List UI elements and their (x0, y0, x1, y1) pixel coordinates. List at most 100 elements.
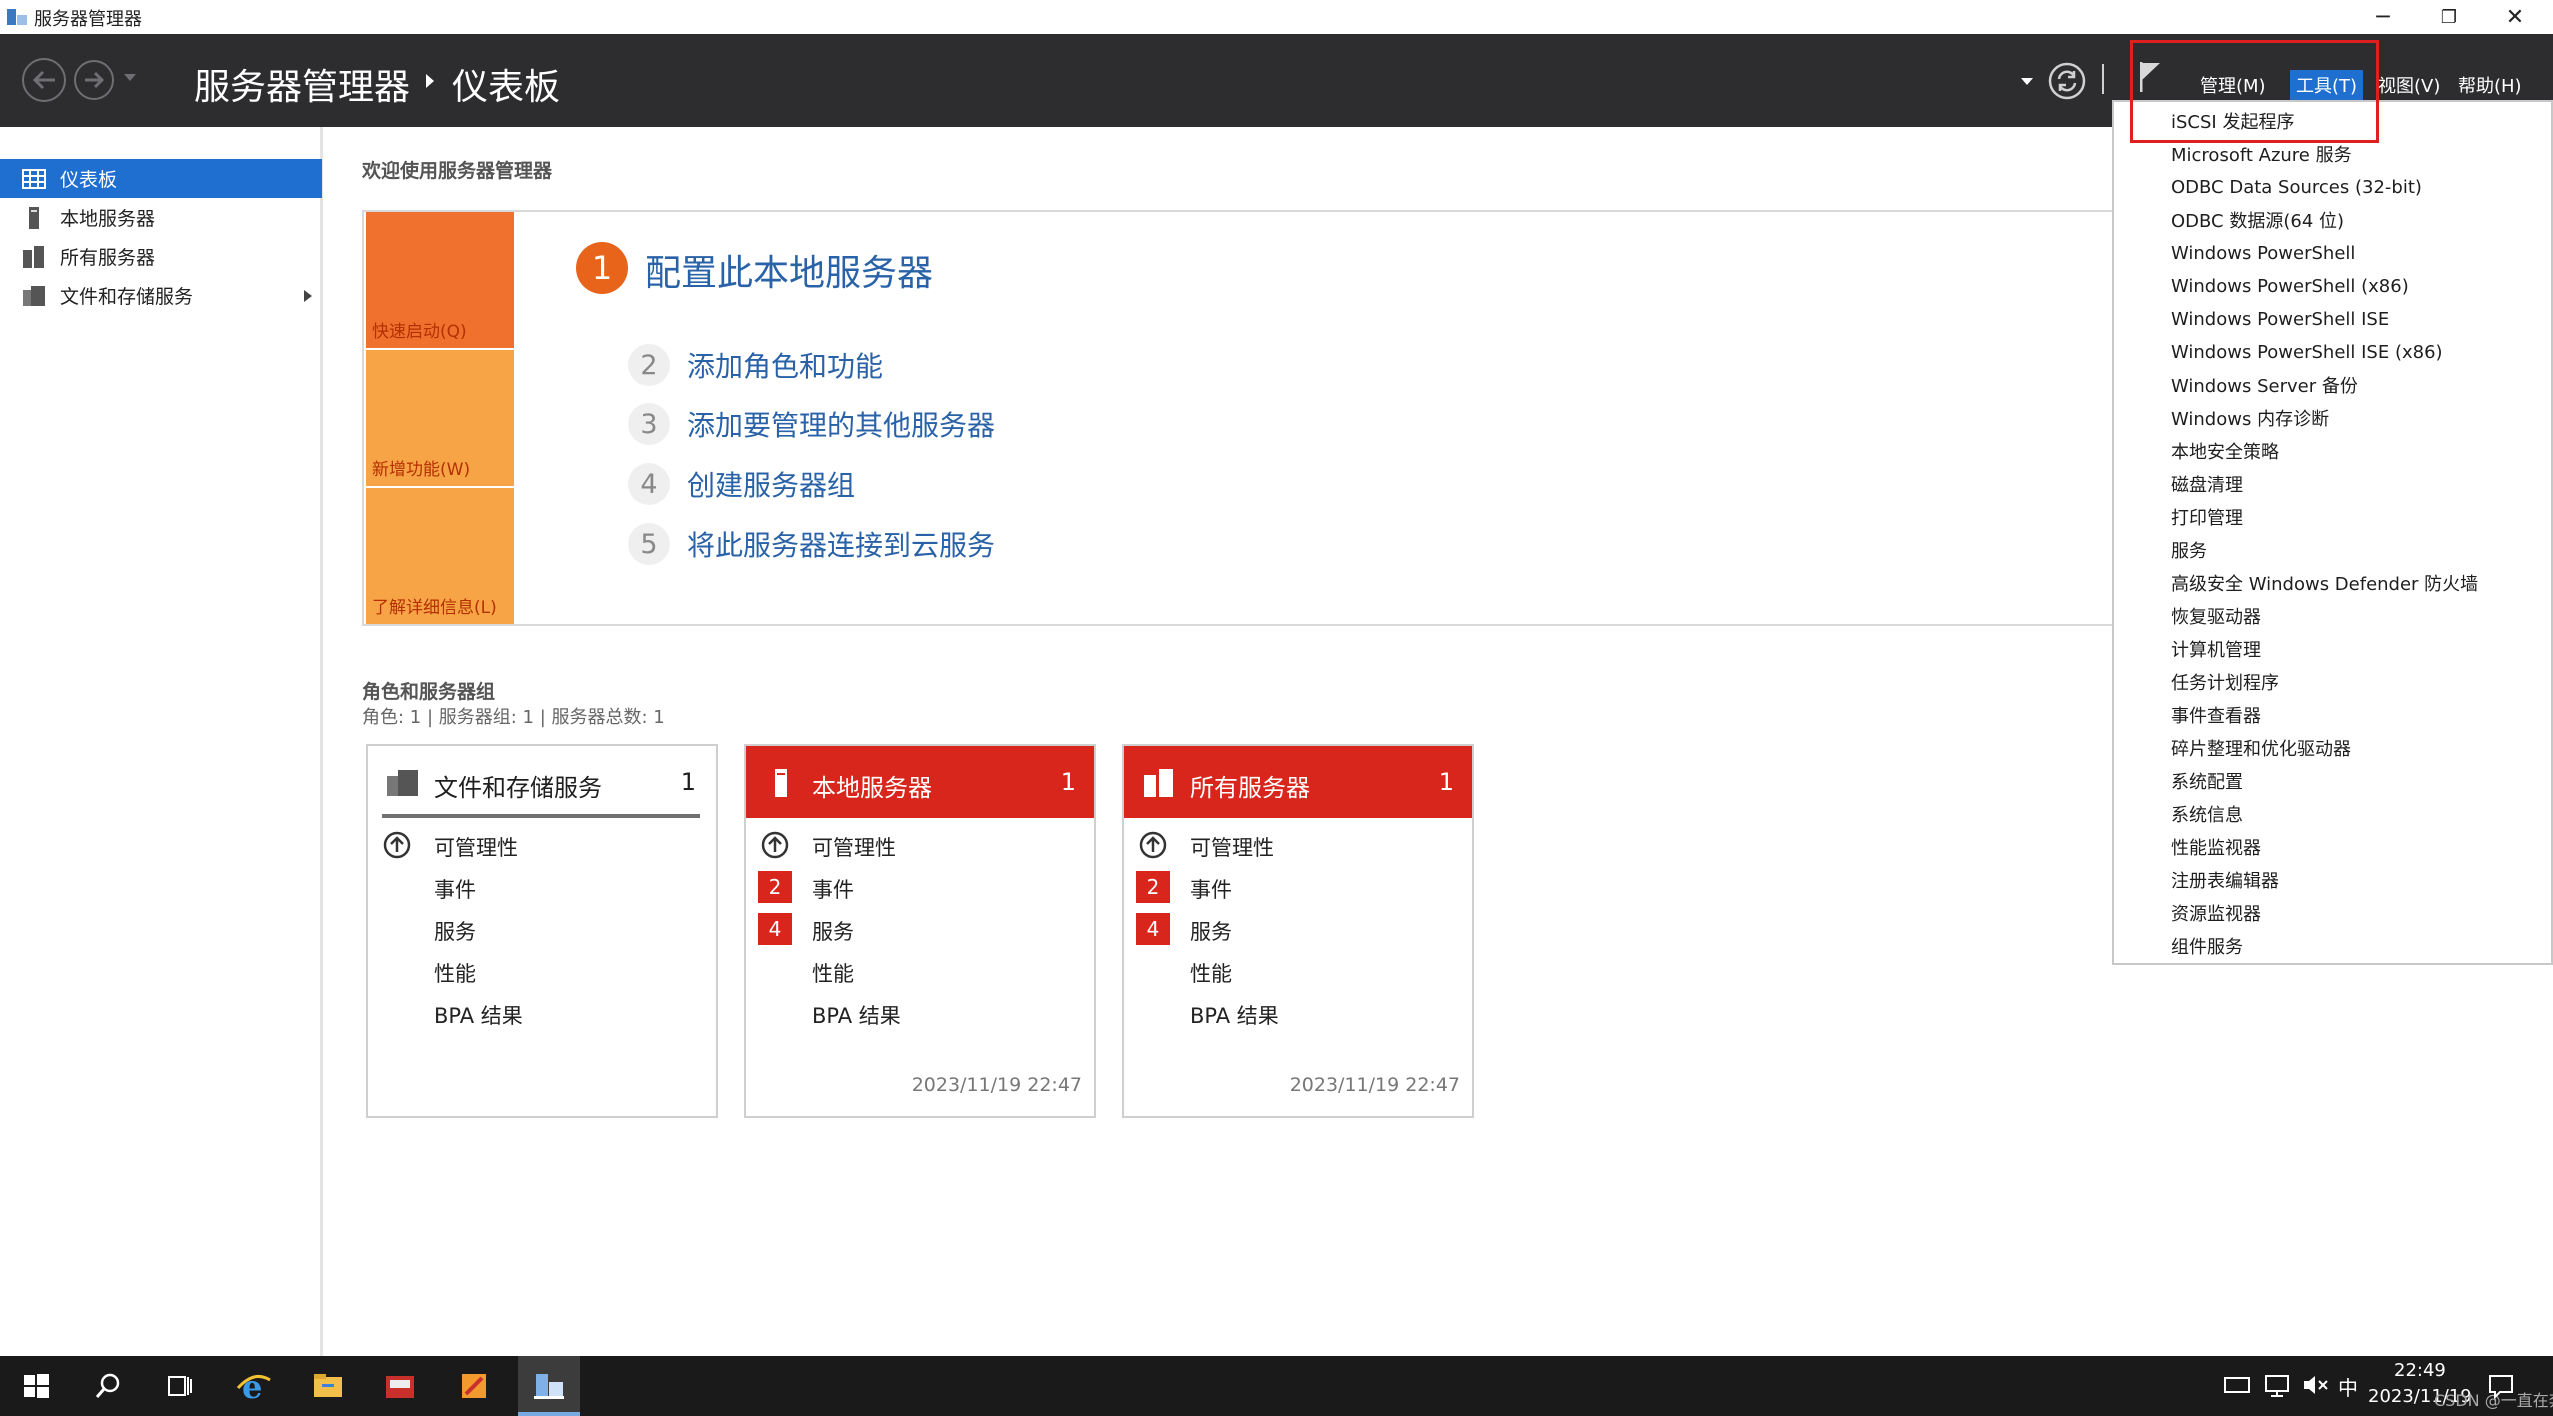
menu-help[interactable]: 帮助(H) (2452, 70, 2528, 100)
file-explorer-icon[interactable] (308, 1366, 348, 1406)
tools-item-recovery-drive[interactable]: 恢复驱动器 (2171, 600, 2261, 632)
tools-app-icon[interactable] (454, 1366, 494, 1406)
refresh-icon[interactable] (2048, 62, 2086, 100)
connect-cloud-link[interactable]: 将此服务器连接到云服务 (687, 524, 995, 564)
tools-item-disk-cleanup[interactable]: 磁盘清理 (2171, 468, 2243, 500)
server-icon (775, 769, 787, 797)
role-card-file-storage[interactable]: 文件和存储服务 1 可管理性 事件 服务 性能 BPA 结果 (366, 744, 718, 1118)
card-row-events[interactable]: 2 事件 (1124, 868, 1472, 904)
search-icon[interactable] (88, 1366, 128, 1406)
toolbox-app-icon[interactable] (380, 1366, 420, 1406)
tools-item-powershell-ise-x86[interactable]: Windows PowerShell ISE (x86) (2171, 336, 2443, 368)
tools-item-odbc-64[interactable]: ODBC 数据源(64 位) (2171, 204, 2344, 236)
windows-start-icon[interactable] (16, 1366, 56, 1406)
card-row-performance[interactable]: 性能 (368, 952, 716, 988)
restore-button[interactable]: ❐ (2416, 0, 2482, 34)
create-server-group-link[interactable]: 创建服务器组 (687, 464, 855, 504)
tile-label: 新增功能(W) (372, 460, 471, 480)
card-row-services[interactable]: 4 服务 (1124, 910, 1472, 946)
card-row-manageability[interactable]: 可管理性 (368, 826, 716, 862)
tools-item-memory-diagnostic[interactable]: Windows 内存诊断 (2171, 402, 2329, 434)
role-card-local-server[interactable]: 本地服务器 1 可管理性 2 事件 4 服务 性能 BPA 结果 2023/11… (744, 744, 1096, 1118)
tools-item-registry-editor[interactable]: 注册表编辑器 (2171, 864, 2279, 896)
history-dropdown-icon[interactable] (124, 74, 136, 81)
card-row-services[interactable]: 4 服务 (746, 910, 1094, 946)
taskbar-server-manager[interactable] (518, 1356, 580, 1416)
card-row-manageability[interactable]: 可管理性 (746, 826, 1094, 862)
role-card-all-servers[interactable]: 所有服务器 1 可管理性 2 事件 4 服务 性能 BPA 结果 2023/11… (1122, 744, 1474, 1118)
sidebar-item-file-storage[interactable]: 文件和存储服务 (0, 276, 322, 315)
sidebar-item-all-servers[interactable]: 所有服务器 (0, 237, 322, 276)
clock-time[interactable]: 22:49 (2394, 1360, 2446, 1381)
card-header[interactable]: 所有服务器 1 (1124, 746, 1472, 818)
network-tray-icon[interactable] (2262, 1368, 2292, 1402)
close-button[interactable]: ✕ (2482, 0, 2548, 34)
breadcrumb-root[interactable]: 服务器管理器 (194, 58, 410, 110)
file-storage-icon (23, 285, 45, 306)
tools-item-odbc-32[interactable]: ODBC Data Sources (32-bit) (2171, 171, 2422, 203)
card-row-events[interactable]: 事件 (368, 868, 716, 904)
card-row-services[interactable]: 服务 (368, 910, 716, 946)
notification-center-icon[interactable] (2486, 1368, 2516, 1402)
step-3-number: 3 (628, 403, 670, 445)
card-header[interactable]: 本地服务器 1 (746, 746, 1094, 818)
card-row-bpa[interactable]: BPA 结果 (1124, 994, 1472, 1030)
tools-item-firewall[interactable]: 高级安全 Windows Defender 防火墙 (2171, 567, 2478, 599)
whats-new-tile[interactable]: 新增功能(W) (366, 350, 514, 486)
sidebar-item-label: 文件和存储服务 (60, 286, 194, 308)
add-roles-link[interactable]: 添加角色和功能 (687, 345, 883, 385)
ime-indicator[interactable]: 中 (2338, 1372, 2358, 1401)
tools-item-computer-management[interactable]: 计算机管理 (2171, 633, 2261, 665)
internet-explorer-icon[interactable]: e (234, 1366, 274, 1406)
card-title: 本地服务器 (812, 774, 932, 802)
volume-muted-tray-icon[interactable] (2300, 1368, 2330, 1402)
tools-item-powershell[interactable]: Windows PowerShell (2171, 237, 2355, 269)
card-row-manageability[interactable]: 可管理性 (1124, 826, 1472, 862)
sidebar-item-local-server[interactable]: 本地服务器 (0, 198, 322, 237)
tools-item-print-management[interactable]: 打印管理 (2171, 501, 2243, 533)
forward-button[interactable] (74, 60, 114, 100)
tools-item-task-scheduler[interactable]: 任务计划程序 (2171, 666, 2279, 698)
task-view-icon[interactable] (160, 1366, 200, 1406)
card-row-events[interactable]: 2 事件 (746, 868, 1094, 904)
tile-label: 了解详细信息(L) (372, 598, 497, 618)
tools-item-component-services[interactable]: 组件服务 (2171, 930, 2243, 962)
tile-label: 快速启动(Q) (372, 322, 467, 342)
card-row-bpa[interactable]: BPA 结果 (746, 994, 1094, 1030)
card-count: 1 (680, 768, 696, 796)
quick-start-tile[interactable]: 快速启动(Q) (366, 212, 514, 348)
tools-item-system-information[interactable]: 系统信息 (2171, 798, 2243, 830)
learn-more-tile[interactable]: 了解详细信息(L) (366, 488, 514, 624)
menu-view[interactable]: 视图(V) (2372, 70, 2446, 100)
step-2-number: 2 (628, 344, 670, 386)
manageability-up-icon (761, 831, 789, 859)
tools-item-performance-monitor[interactable]: 性能监视器 (2171, 831, 2261, 863)
card-count: 1 (1060, 768, 1076, 796)
tools-item-event-viewer[interactable]: 事件查看器 (2171, 699, 2261, 731)
tools-item-services[interactable]: 服务 (2171, 534, 2207, 566)
step-1-number: 1 (576, 242, 628, 294)
tools-item-powershell-ise[interactable]: Windows PowerShell ISE (2171, 303, 2389, 335)
tools-item-resource-monitor[interactable]: 资源监视器 (2171, 897, 2261, 929)
add-servers-link[interactable]: 添加要管理的其他服务器 (687, 404, 995, 444)
row-label: 性能 (434, 962, 476, 986)
chevron-right-icon[interactable] (304, 290, 312, 302)
back-button[interactable] (22, 58, 66, 102)
card-row-performance[interactable]: 性能 (1124, 952, 1472, 988)
header-dropdown-icon[interactable] (2021, 78, 2033, 85)
card-timestamp: 2023/11/19 22:47 (1289, 1074, 1460, 1096)
card-row-bpa[interactable]: BPA 结果 (368, 994, 716, 1030)
row-label: 可管理性 (1190, 836, 1274, 860)
tools-item-server-backup[interactable]: Windows Server 备份 (2171, 369, 2358, 401)
input-keyboard-tray-icon[interactable] (2222, 1368, 2252, 1402)
row-label: 服务 (434, 920, 476, 944)
card-row-performance[interactable]: 性能 (746, 952, 1094, 988)
sidebar-item-dashboard[interactable]: 仪表板 (0, 159, 322, 198)
configure-local-server-link[interactable]: 配置此本地服务器 (645, 244, 933, 296)
minimize-button[interactable]: ─ (2350, 0, 2416, 34)
tools-item-powershell-x86[interactable]: Windows PowerShell (x86) (2171, 270, 2409, 302)
tools-item-local-security-policy[interactable]: 本地安全策略 (2171, 435, 2279, 467)
tools-item-defragment[interactable]: 碎片整理和优化驱动器 (2171, 732, 2351, 764)
card-header[interactable]: 文件和存储服务 1 (382, 746, 700, 818)
tools-item-system-configuration[interactable]: 系统配置 (2171, 765, 2243, 797)
